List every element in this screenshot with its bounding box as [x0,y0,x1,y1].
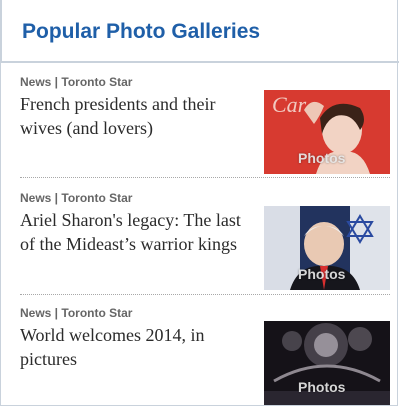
gallery-thumbnail[interactable]: Photos [264,206,390,290]
source-label: News | Toronto Star [20,306,133,320]
item-divider [20,177,390,178]
photos-badge: Photos [298,379,346,395]
gallery-thumbnail[interactable]: Photos [264,321,390,405]
photos-badge: Photos [298,266,346,282]
photos-badge: Photos [298,150,346,166]
widget-title: Popular Photo Galleries [22,20,261,43]
gallery-thumbnail[interactable]: Car Photos [264,90,390,174]
item-divider [20,294,390,295]
widget-header: Popular Photo Galleries [1,0,399,63]
headline-link[interactable]: French presidents and their wives (and l… [20,92,252,140]
source-label: News | Toronto Star [20,75,133,89]
headline-link[interactable]: World welcomes 2014, in pictures [20,323,252,371]
svg-text:Car: Car [272,92,307,117]
headline-link[interactable]: Ariel Sharon's legacy: The last of the M… [20,208,252,256]
photo-galleries-widget: Popular Photo Galleries News | Toronto S… [0,0,399,406]
source-label: News | Toronto Star [20,191,133,205]
